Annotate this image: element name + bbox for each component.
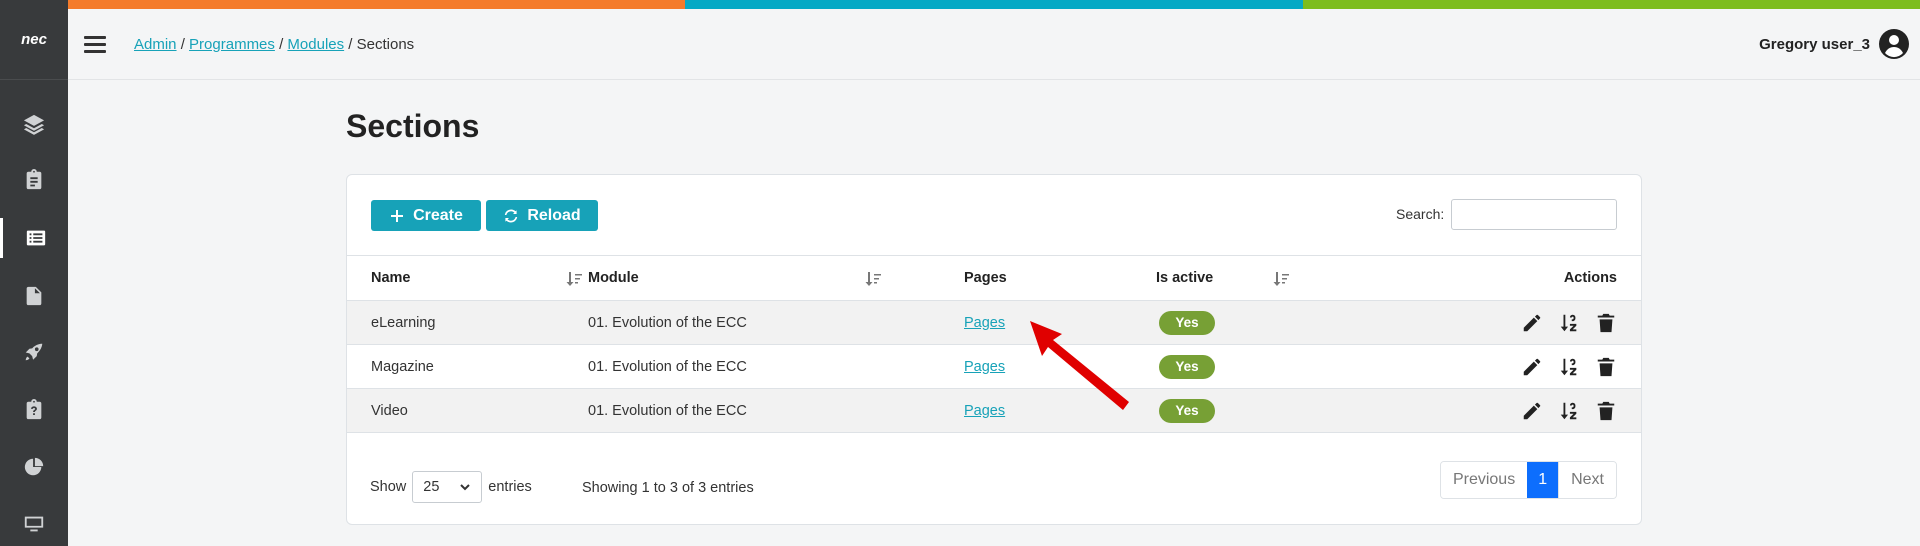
- user-name: Gregory user_3: [1759, 35, 1870, 53]
- column-header-name[interactable]: Name: [347, 255, 588, 301]
- trash-icon[interactable]: [1595, 400, 1617, 422]
- cell-module: 01. Evolution of the ECC: [588, 300, 964, 345]
- sort-order-icon[interactable]: [1558, 400, 1580, 422]
- column-header-module[interactable]: Module: [588, 255, 964, 301]
- pagination: Previous 1 Next: [1439, 461, 1617, 499]
- sidebar-item-pages[interactable]: [0, 276, 68, 316]
- cell-name: eLearning: [347, 300, 588, 345]
- table-info: Showing 1 to 3 of 3 entries: [582, 480, 754, 496]
- pagination-page-1[interactable]: 1: [1527, 462, 1559, 498]
- pages-link[interactable]: Pages: [964, 403, 1005, 419]
- sidebar: nec: [0, 0, 68, 546]
- top-color-bar: [68, 0, 1920, 9]
- menu-toggle-icon[interactable]: [84, 35, 106, 53]
- pagination-previous[interactable]: Previous: [1440, 462, 1528, 498]
- entries-length: Show 25 entries: [370, 471, 532, 503]
- search-input[interactable]: [1451, 199, 1617, 230]
- cell-name: Video: [347, 388, 588, 433]
- breadcrumb: Admin / Programmes / Modules / Sections: [134, 35, 415, 53]
- table-row: Magazine 01. Evolution of the ECC Pages …: [347, 344, 1641, 389]
- sidebar-item-sections[interactable]: [0, 218, 68, 258]
- entries-select[interactable]: 25: [412, 471, 483, 503]
- cell-module: 01. Evolution of the ECC: [588, 388, 964, 433]
- sections-card: Create Reload Search: Name Module Pages: [346, 174, 1642, 525]
- layers-icon: [23, 114, 45, 135]
- sidebar-item-launch[interactable]: [0, 332, 68, 372]
- sort-order-icon[interactable]: [1558, 356, 1580, 378]
- trash-icon[interactable]: [1595, 356, 1617, 378]
- breadcrumb-programmes[interactable]: Programmes: [189, 36, 275, 53]
- list-icon: [26, 230, 45, 246]
- column-header-actions: Actions: [1356, 255, 1641, 301]
- status-badge: Yes: [1159, 354, 1215, 379]
- user-menu[interactable]: Gregory user_3: [1759, 28, 1910, 60]
- column-header-pages: Pages: [964, 255, 1156, 301]
- sidebar-item-programmes[interactable]: [0, 104, 68, 144]
- header: Admin / Programmes / Modules / Sections …: [68, 9, 1920, 80]
- file-icon: [26, 286, 42, 306]
- pagination-next[interactable]: Next: [1558, 462, 1616, 498]
- clipboard-icon: [26, 169, 42, 190]
- reload-button[interactable]: Reload: [486, 200, 598, 231]
- page-title: Sections: [346, 108, 480, 144]
- pie-chart-icon: [24, 457, 44, 476]
- rocket-icon: [25, 343, 43, 361]
- status-badge: Yes: [1159, 310, 1215, 335]
- cell-module: 01. Evolution of the ECC: [588, 344, 964, 389]
- breadcrumb-modules[interactable]: Modules: [287, 36, 344, 53]
- breadcrumb-admin[interactable]: Admin: [134, 36, 177, 53]
- cell-name: Magazine: [347, 344, 588, 389]
- sort-icon[interactable]: [565, 271, 583, 287]
- create-button[interactable]: Create: [371, 200, 481, 231]
- logo[interactable]: nec: [0, 0, 68, 80]
- edit-icon[interactable]: [1521, 400, 1543, 422]
- table-row: Video 01. Evolution of the ECC Pages Yes: [347, 388, 1641, 433]
- sidebar-item-modules[interactable]: [0, 160, 68, 200]
- sidebar-item-devices[interactable]: [0, 504, 68, 544]
- sort-icon[interactable]: [1272, 271, 1290, 287]
- desktop-icon: [24, 516, 44, 532]
- edit-icon[interactable]: [1521, 312, 1543, 334]
- table-row: eLearning 01. Evolution of the ECC Pages…: [347, 300, 1641, 345]
- pages-link[interactable]: Pages: [964, 315, 1005, 331]
- sort-order-icon[interactable]: [1558, 312, 1580, 334]
- edit-icon[interactable]: [1521, 356, 1543, 378]
- column-header-is-active[interactable]: Is active: [1156, 255, 1356, 301]
- refresh-icon: [505, 209, 518, 222]
- sidebar-item-reports[interactable]: [0, 447, 68, 487]
- pages-link[interactable]: Pages: [964, 359, 1005, 375]
- search-label: Search:: [1396, 206, 1445, 222]
- plus-icon: [391, 209, 404, 222]
- sections-table: Name Module Pages Is active Actions eLea…: [347, 255, 1641, 433]
- sidebar-item-quizzes[interactable]: [0, 390, 68, 430]
- chevron-down-icon: [460, 484, 470, 491]
- status-badge: Yes: [1159, 398, 1215, 423]
- user-avatar-icon: [1879, 29, 1909, 59]
- sort-icon[interactable]: [864, 271, 882, 287]
- breadcrumb-current: Sections: [356, 35, 415, 53]
- clipboard-question-icon: [26, 399, 42, 420]
- trash-icon[interactable]: [1595, 312, 1617, 334]
